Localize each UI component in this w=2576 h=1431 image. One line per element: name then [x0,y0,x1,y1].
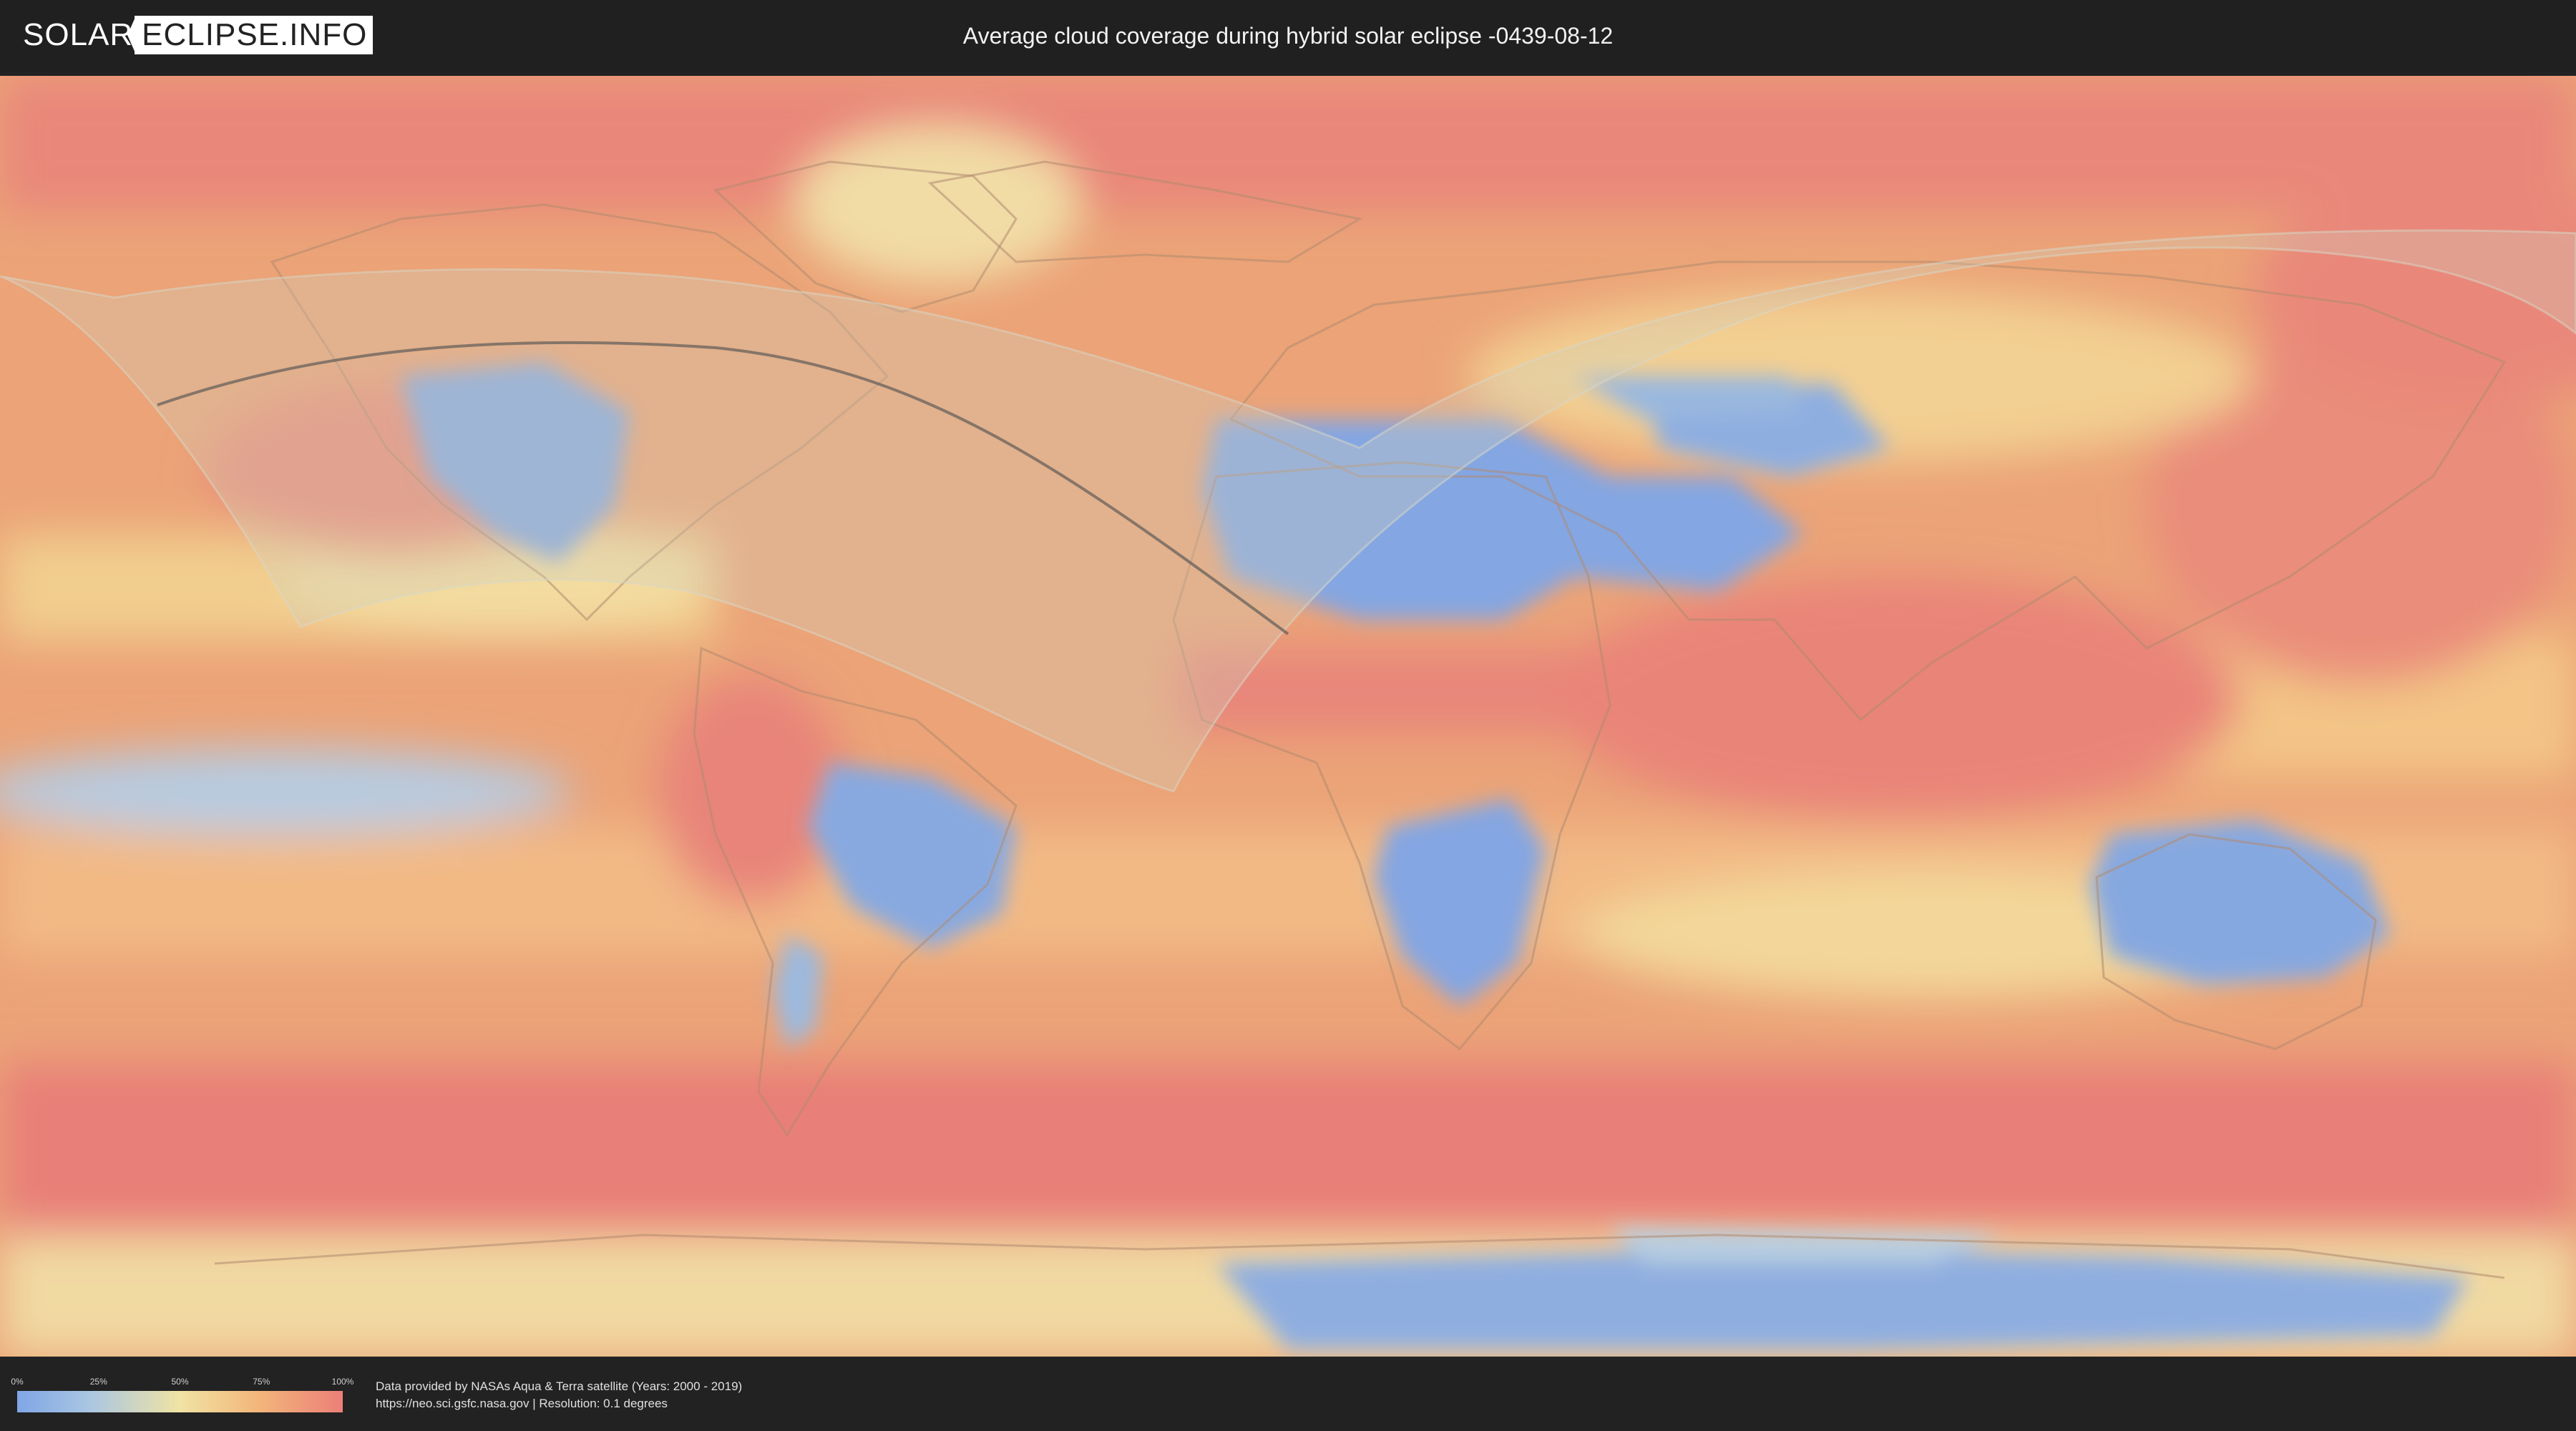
legend-tick-label: 75% [253,1377,270,1387]
world-map-graphic [0,76,2576,1357]
cloud-coverage-map[interactable] [0,76,2576,1357]
legend-tick-label: 25% [89,1377,107,1387]
data-credit-line: Data provided by NASAs Aqua & Terra sate… [376,1379,743,1393]
legend-tick-label: 50% [171,1377,189,1387]
page-title: Average cloud coverage during hybrid sol… [962,23,1614,49]
legend-ticks: 0% 25% 50% 75% 100% [11,1377,353,1388]
data-source-url[interactable]: https://neo.sci.gsfc.nasa.gov | Resoluti… [376,1397,668,1411]
legend-tick-label: 100% [331,1377,354,1387]
legend-tick-label: 0% [11,1377,24,1387]
footer [0,1357,2576,1431]
color-scale-legend [17,1391,343,1412]
top-bar: SOLAR ECLIPSE.INFO Average cloud coverag… [0,0,2576,72]
